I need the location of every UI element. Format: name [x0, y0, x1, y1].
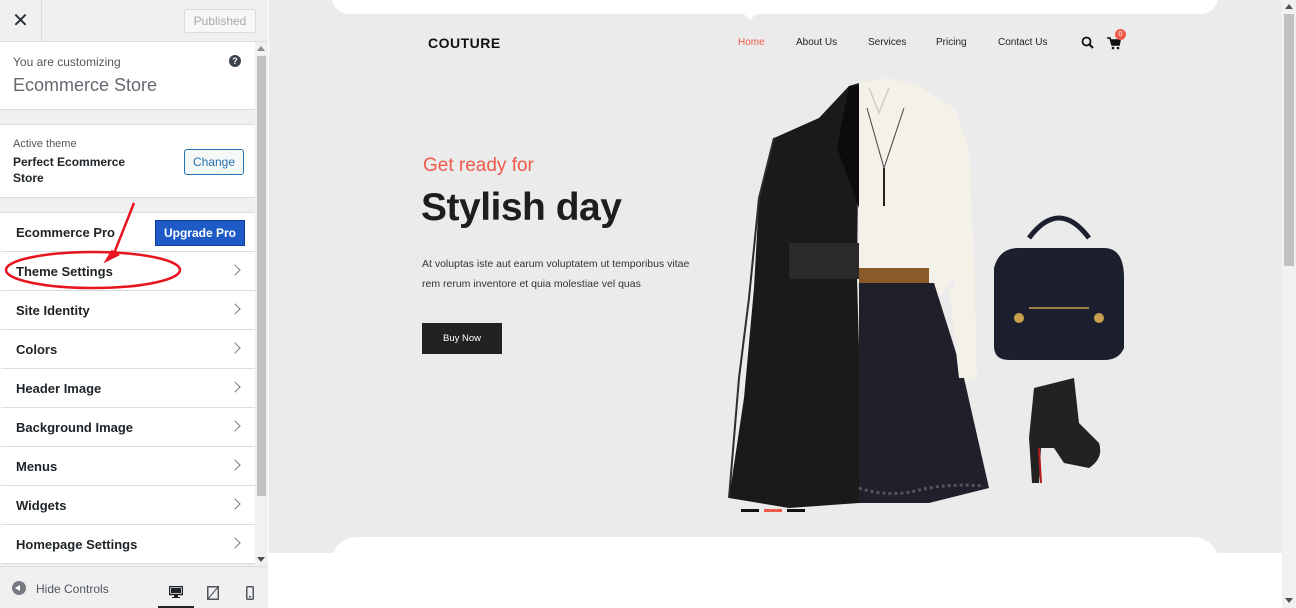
- cart-count-badge: 0: [1115, 29, 1126, 40]
- published-button: Published: [184, 9, 256, 33]
- mobile-icon[interactable]: [232, 577, 268, 608]
- scroll-down-arrow[interactable]: [257, 557, 265, 562]
- section-label: Widgets: [16, 498, 67, 513]
- site-title: Ecommerce Store: [13, 75, 158, 95]
- hero-description: At voluptas iste aut earum voluptatem ut…: [422, 258, 690, 290]
- scroll-up-arrow[interactable]: [257, 46, 265, 51]
- tablet-icon[interactable]: [195, 577, 231, 608]
- nav-about-us[interactable]: About Us: [796, 37, 837, 48]
- nav-contact-us[interactable]: Contact Us: [998, 37, 1047, 48]
- section-colors[interactable]: Colors: [0, 330, 255, 369]
- customizer-sections: Ecommerce Pro Upgrade Pro Theme Settings…: [0, 212, 255, 564]
- chevron-right-icon: [229, 537, 241, 549]
- hide-controls-label[interactable]: Hide Controls: [36, 582, 109, 596]
- buy-now-button[interactable]: Buy Now: [422, 323, 502, 354]
- section-label: Ecommerce Pro: [16, 225, 115, 240]
- hero-title: Stylish day: [421, 186, 622, 229]
- chevron-right-icon: [229, 264, 241, 276]
- change-theme-button[interactable]: Change: [184, 149, 244, 175]
- desktop-icon[interactable]: [158, 577, 194, 608]
- hide-controls-icon[interactable]: [12, 581, 26, 595]
- header-card: [332, 0, 1218, 14]
- sidebar-scrollbar[interactable]: [255, 42, 268, 566]
- page-body: [269, 553, 1282, 608]
- nav-home[interactable]: Home: [738, 37, 765, 48]
- site-preview: COUTURE Home About Us Services Pricing C…: [269, 0, 1282, 608]
- customizing-label: You are customizing: [13, 55, 121, 69]
- header-notch: [744, 14, 756, 20]
- close-icon[interactable]: ✕: [0, 0, 42, 41]
- nav-services[interactable]: Services: [868, 37, 906, 48]
- search-icon[interactable]: [1081, 36, 1094, 49]
- section-label: Theme Settings: [16, 264, 113, 279]
- nav-pricing[interactable]: Pricing: [936, 37, 967, 48]
- section-widgets[interactable]: Widgets: [0, 486, 255, 525]
- theme-name: Perfect Ecommerce Store: [13, 155, 126, 185]
- scroll-up-arrow[interactable]: [1285, 4, 1293, 9]
- section-label: Site Identity: [16, 303, 90, 318]
- section-header-image[interactable]: Header Image: [0, 369, 255, 408]
- customizer-footer: Hide Controls: [0, 566, 268, 608]
- scroll-down-arrow[interactable]: [1285, 598, 1293, 603]
- section-label: Background Image: [16, 420, 134, 435]
- active-theme-label: Active theme: [13, 138, 77, 150]
- scrollbar-thumb[interactable]: [257, 56, 266, 496]
- scrollbar-thumb[interactable]: [1284, 14, 1294, 266]
- help-icon[interactable]: ?: [229, 55, 241, 67]
- section-site-identity[interactable]: Site Identity: [0, 291, 255, 330]
- customizer-panel: You are customizing Ecommerce Store ? Ac…: [0, 42, 268, 566]
- section-ecommerce-pro: Ecommerce Pro Upgrade Pro: [0, 213, 255, 252]
- upgrade-pro-button[interactable]: Upgrade Pro: [155, 220, 245, 246]
- hero-product-image: [728, 78, 1124, 508]
- active-theme-box: Active theme Perfect Ecommerce Store Cha…: [0, 124, 255, 198]
- section-theme-settings[interactable]: Theme Settings: [0, 252, 255, 291]
- section-label: Colors: [16, 342, 58, 357]
- section-label: Header Image: [16, 381, 102, 396]
- section-label: Homepage Settings: [16, 537, 138, 552]
- section-menus[interactable]: Menus: [0, 447, 255, 486]
- chevron-right-icon: [229, 498, 241, 510]
- hero-kicker: Get ready for: [423, 155, 534, 176]
- chevron-right-icon: [229, 381, 241, 393]
- section-label: Menus: [16, 459, 58, 474]
- section-homepage-settings[interactable]: Homepage Settings: [0, 525, 255, 564]
- site-logo[interactable]: COUTURE: [428, 35, 501, 51]
- chevron-right-icon: [229, 342, 241, 354]
- customizer-sidebar: ✕ Published You are customizing Ecommerc…: [0, 0, 268, 608]
- slider-dot-1[interactable]: [741, 509, 759, 512]
- chevron-right-icon: [229, 303, 241, 315]
- slider-dot-3[interactable]: [787, 509, 805, 512]
- slider-dot-2[interactable]: [764, 509, 782, 512]
- customizer-header: ✕ Published: [0, 0, 268, 42]
- section-background-image[interactable]: Background Image: [0, 408, 255, 447]
- customizing-info: You are customizing Ecommerce Store ?: [0, 42, 255, 110]
- chevron-right-icon: [229, 459, 241, 471]
- chevron-right-icon: [229, 420, 241, 432]
